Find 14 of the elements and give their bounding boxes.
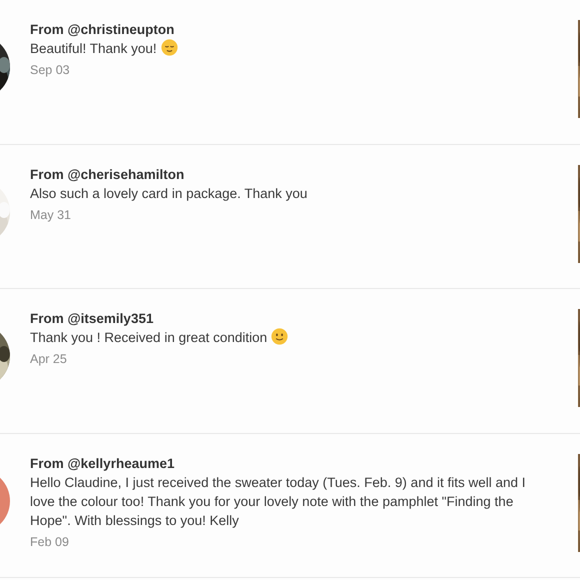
review-text: Beautiful! Thank you! <box>30 39 218 58</box>
review-date: Apr 25 <box>30 351 68 368</box>
relieved-face-icon <box>160 39 178 56</box>
review-date: May 31 <box>30 206 72 224</box>
review-text: Hello Claudine, I just received the sweater today (Tues. Feb. 9) and it fits well and I love the colour too! Thank you for your lovely note with the pamphlet "Finding the Hope". With blessings to you! Kelly <box>30 474 526 530</box>
review-text: Thank you ! Received in great condition <box>30 328 328 347</box>
sender-name: From @itsemily351 <box>30 310 154 328</box>
review-date: Feb 09 <box>30 534 70 550</box>
smiley-icon <box>271 328 288 345</box>
review-text: Also such a lovely card in package. Thank you <box>30 184 308 202</box>
sender-name: From @kellyrheaume1 <box>30 454 176 472</box>
review-date: Sep 03 <box>30 62 71 79</box>
sender-name: From @christineupton <box>30 21 176 39</box>
sender-name: From @cherisehamilton <box>30 166 186 184</box>
